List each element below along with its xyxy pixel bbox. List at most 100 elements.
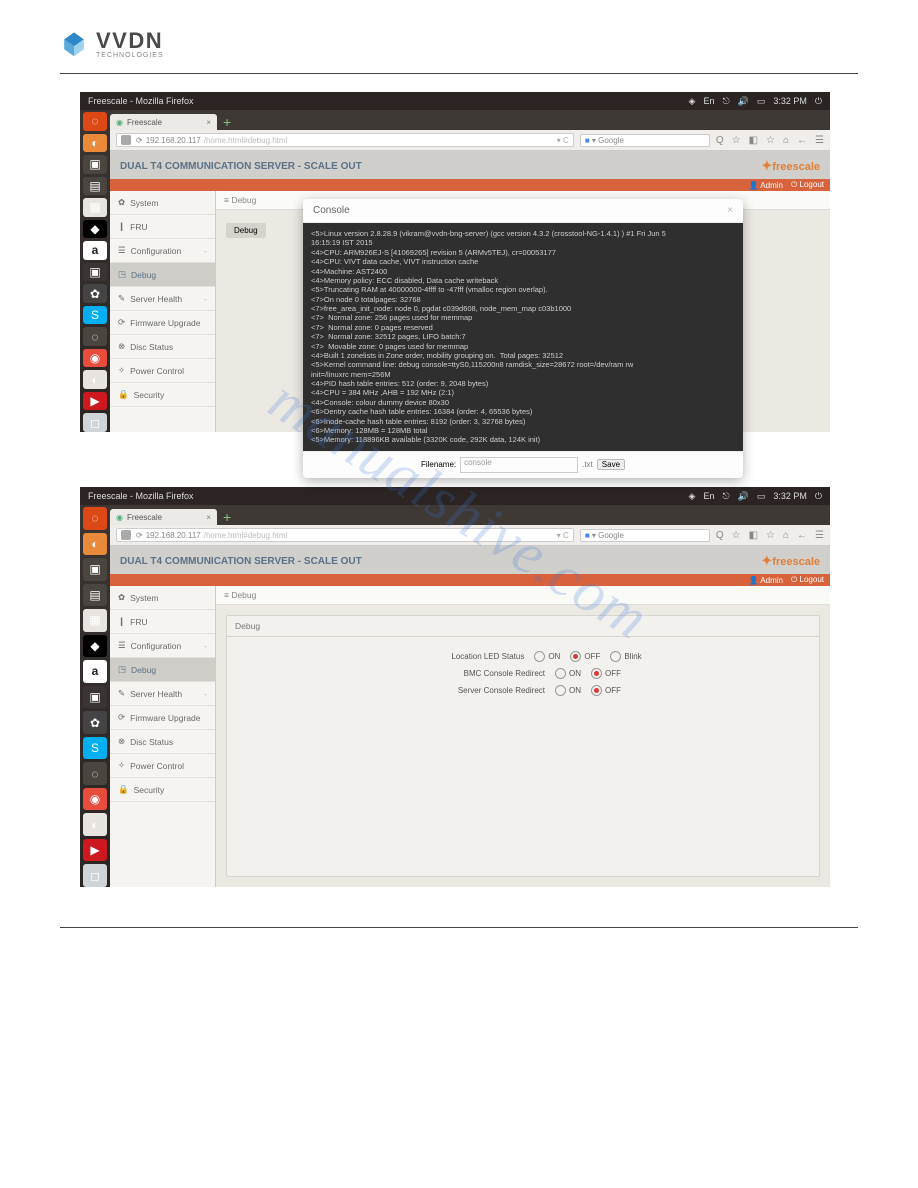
sidebar-item-disc-status[interactable]: ⊗Disc Status bbox=[110, 730, 215, 754]
indicator-lang-icon: En bbox=[703, 96, 714, 106]
filename-ext: .txt bbox=[582, 460, 593, 469]
toolbar-download-icon[interactable]: ◧ bbox=[749, 530, 758, 541]
launcher-app-icon[interactable]: ▤ bbox=[83, 584, 107, 607]
browser-tab[interactable]: ◉ Freescale × bbox=[110, 114, 217, 130]
debug-panel: Debug Location LED StatusONOFFBlinkBMC C… bbox=[226, 615, 820, 877]
launcher-terminal-icon[interactable]: ▣ bbox=[83, 686, 107, 709]
browser-tab[interactable]: ◉ Freescale × bbox=[110, 509, 217, 525]
launcher-app-icon[interactable]: ◉ bbox=[83, 788, 107, 811]
launcher-amazon-icon[interactable]: a bbox=[83, 241, 107, 260]
app-title: DUAL T4 COMMUNICATION SERVER - SCALE OUT bbox=[120, 161, 362, 172]
radio-option[interactable]: ON bbox=[534, 651, 560, 662]
launcher-settings-icon[interactable]: ✿ bbox=[83, 284, 107, 303]
toolbar-prev-icon[interactable]: ← bbox=[797, 530, 807, 541]
sidebar-item-firmware[interactable]: ⟳Firmware Upgrade bbox=[110, 706, 215, 730]
toolbar-home-icon[interactable]: ⌂ bbox=[783, 530, 789, 541]
toolbar-home-icon[interactable]: ⌂ bbox=[783, 135, 789, 146]
launcher-drive-icon[interactable]: ◻ bbox=[83, 864, 107, 887]
radio-option[interactable]: OFF bbox=[570, 651, 600, 662]
clock: 3:32 PM bbox=[773, 491, 807, 501]
sidebar-item-power-control[interactable]: ✧Power Control bbox=[110, 754, 215, 778]
new-tab-button[interactable]: + bbox=[217, 509, 237, 525]
launcher-app-icon[interactable]: ◌ bbox=[83, 327, 107, 346]
url-bar[interactable]: ⟳ 192.168.20.117/home.html#debug.html ▾ … bbox=[116, 133, 574, 147]
launcher-youtube-icon[interactable]: ▶ bbox=[83, 392, 107, 411]
logo-subtext: TECHNOLOGIES bbox=[96, 52, 164, 59]
app-title: DUAL T4 COMMUNICATION SERVER - SCALE OUT bbox=[120, 556, 362, 567]
radio-icon[interactable] bbox=[534, 651, 545, 662]
toolbar-download-icon[interactable]: ◧ bbox=[749, 135, 758, 146]
radio-icon[interactable] bbox=[591, 668, 602, 679]
launcher-app-icon[interactable]: ◐ bbox=[83, 813, 107, 836]
toolbar-prev-icon[interactable]: ← bbox=[797, 135, 807, 146]
radio-option[interactable]: ON bbox=[555, 668, 581, 679]
launcher-youtube-icon[interactable]: ▶ bbox=[83, 839, 107, 862]
sidebar-item-server-health[interactable]: ✎Server Health- bbox=[110, 682, 215, 706]
tab-close-icon[interactable]: × bbox=[206, 513, 211, 522]
divider bbox=[60, 927, 858, 928]
radio-option[interactable]: Blink bbox=[610, 651, 641, 662]
window-title: Freescale - Mozilla Firefox bbox=[88, 491, 194, 501]
breadcrumb: ≡ Debug bbox=[216, 586, 830, 605]
launcher-skype-icon[interactable]: S bbox=[83, 306, 107, 325]
sidebar-item-debug[interactable]: ◳Debug bbox=[110, 658, 215, 682]
toolbar-star-icon[interactable]: ☆ bbox=[766, 530, 775, 541]
launcher-settings-icon[interactable]: ✿ bbox=[83, 711, 107, 734]
toolbar-bookmark-icon[interactable]: ☆ bbox=[732, 135, 741, 146]
launcher-firefox-icon[interactable]: ◐ bbox=[83, 533, 107, 556]
launcher-app-icon[interactable]: ◉ bbox=[83, 349, 107, 368]
launcher-app-icon[interactable]: ▦ bbox=[83, 609, 107, 632]
divider bbox=[60, 73, 858, 74]
launcher-app-icon[interactable]: ▦ bbox=[83, 198, 107, 217]
launcher-files-icon[interactable]: ▣ bbox=[83, 155, 107, 174]
launcher-terminal-icon[interactable]: ▣ bbox=[83, 263, 107, 282]
radio-option[interactable]: OFF bbox=[591, 685, 621, 696]
toolbar-search-icon[interactable]: Q bbox=[716, 530, 724, 541]
toolbar-menu-icon[interactable]: ☰ bbox=[815, 530, 824, 541]
console-output: <5>Linux version 2.8.28.9 (vikram@vvdn-b… bbox=[303, 223, 743, 451]
filename-input[interactable]: console bbox=[460, 457, 578, 473]
launcher-app-icon[interactable]: ◐ bbox=[83, 370, 107, 389]
toolbar-star-icon[interactable]: ☆ bbox=[766, 135, 775, 146]
radio-option[interactable]: OFF bbox=[591, 668, 621, 679]
radio-icon[interactable] bbox=[570, 651, 581, 662]
launcher-app-icon[interactable]: ◆ bbox=[83, 635, 107, 658]
launcher-app-icon[interactable]: ▤ bbox=[83, 177, 107, 196]
launcher-files-icon[interactable]: ▣ bbox=[83, 558, 107, 581]
user-admin[interactable]: 👤 Admin bbox=[749, 576, 783, 585]
search-bar[interactable]: ■ ▾ Google bbox=[580, 134, 710, 147]
launcher-ubuntu-icon[interactable]: ◌ bbox=[83, 112, 107, 131]
logout-link[interactable]: ⏻ Logout bbox=[791, 180, 824, 190]
search-bar[interactable]: ■ ▾ Google bbox=[580, 529, 710, 542]
sidebar-item-security[interactable]: 🔒Security bbox=[110, 778, 215, 802]
radio-icon[interactable] bbox=[555, 668, 566, 679]
user-admin[interactable]: 👤 Admin bbox=[749, 181, 783, 190]
toolbar-search-icon[interactable]: Q bbox=[716, 135, 724, 146]
sidebar-item-system[interactable]: ✿System bbox=[110, 586, 215, 610]
radio-icon[interactable] bbox=[591, 685, 602, 696]
radio-icon[interactable] bbox=[610, 651, 621, 662]
launcher-app-icon[interactable]: ◌ bbox=[83, 762, 107, 785]
indicator-bt-icon: ⎋ bbox=[722, 96, 729, 107]
url-bar[interactable]: ⟳ 192.168.20.117/home.html#debug.html ▾ … bbox=[116, 528, 574, 542]
launcher-firefox-icon[interactable]: ◐ bbox=[83, 134, 107, 153]
modal-close-icon[interactable]: × bbox=[727, 205, 733, 216]
launcher-skype-icon[interactable]: S bbox=[83, 737, 107, 760]
launcher-drive-icon[interactable]: ◻ bbox=[83, 413, 107, 432]
logout-link[interactable]: ⏻ Logout bbox=[791, 575, 824, 585]
radio-icon[interactable] bbox=[555, 685, 566, 696]
launcher-app-icon[interactable]: ◆ bbox=[83, 220, 107, 239]
tab-close-icon[interactable]: × bbox=[206, 118, 211, 127]
launcher-ubuntu-icon[interactable]: ◌ bbox=[83, 507, 107, 530]
radio-option[interactable]: ON bbox=[555, 685, 581, 696]
sidebar-item-configuration[interactable]: ☰Configuration- bbox=[110, 634, 215, 658]
logo-text: VVDN bbox=[96, 30, 164, 52]
launcher-amazon-icon[interactable]: a bbox=[83, 660, 107, 683]
brand-name: freescale bbox=[772, 556, 820, 568]
new-tab-button[interactable]: + bbox=[217, 114, 237, 130]
toolbar-bookmark-icon[interactable]: ☆ bbox=[732, 530, 741, 541]
brand-logo: VVDN TECHNOLOGIES bbox=[60, 30, 858, 67]
save-button[interactable]: Save bbox=[597, 459, 625, 470]
toolbar-menu-icon[interactable]: ☰ bbox=[815, 135, 824, 146]
sidebar-item-fru[interactable]: ❙FRU bbox=[110, 610, 215, 634]
